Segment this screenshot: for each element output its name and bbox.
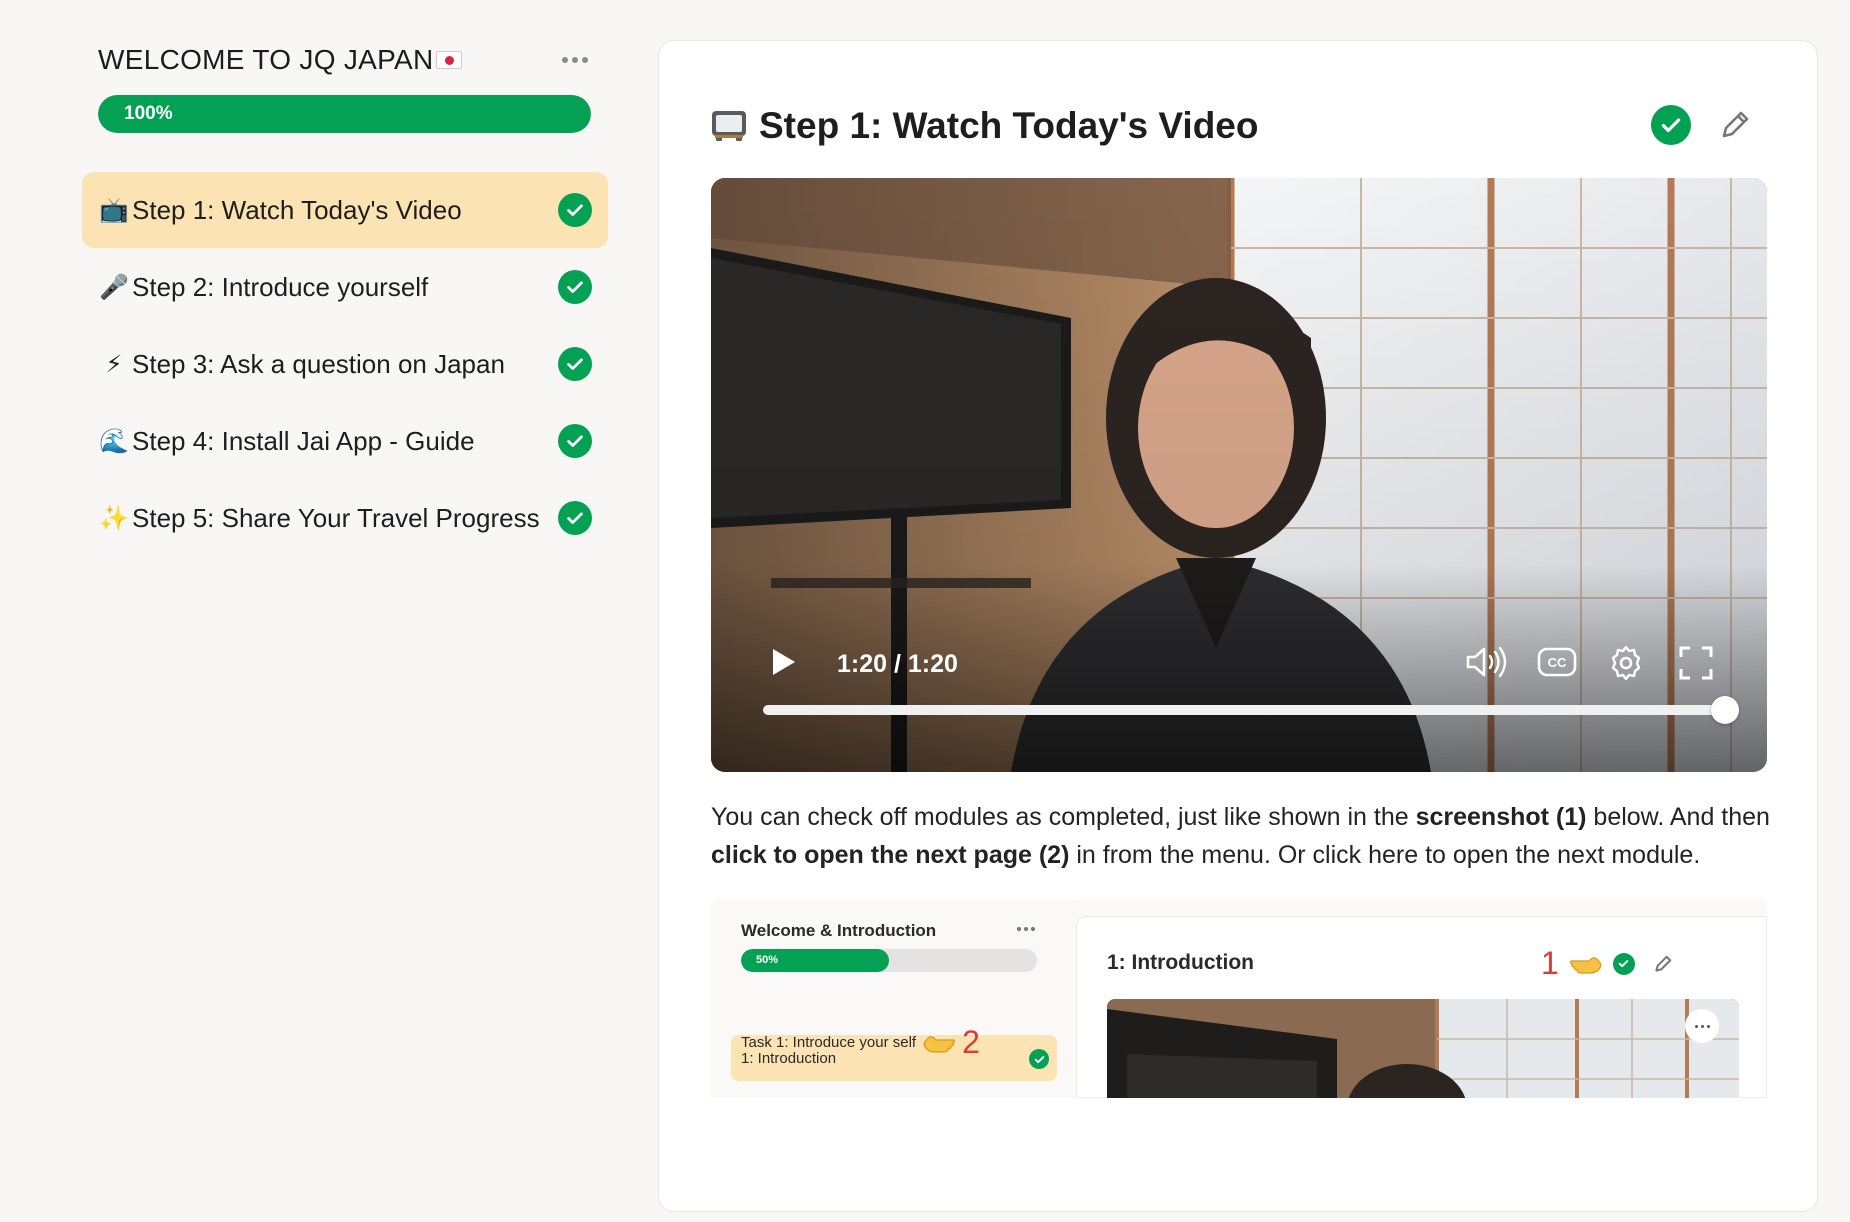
more-options-icon[interactable]	[560, 50, 590, 70]
example-main-actions: 1	[1541, 945, 1675, 982]
pointing-hand-left-icon	[923, 1035, 956, 1053]
lesson-card: Step 1: Watch Today's Video 1:20 / 1:20 …	[658, 40, 1818, 1212]
instructions-text: in from the menu. Or click here to open …	[1069, 841, 1701, 869]
instructions-paragraph: You can check off modules as completed, …	[711, 798, 1781, 874]
nav-item-label: Step 5: Share Your Travel Progress	[132, 502, 540, 533]
example-progress-fill: 50%	[741, 949, 889, 972]
module-nav: 📺 Step 1: Watch Today's Video 🎤 Step 2: …	[82, 172, 608, 557]
page-title-text: Step 1: Watch Today's Video	[759, 105, 1259, 146]
tv-icon: 📺	[99, 196, 129, 224]
settings-gear-icon[interactable]	[1607, 644, 1645, 682]
course-title-text: WELCOME TO JQ JAPAN	[98, 44, 434, 75]
example-screenshot: Welcome & Introduction 50% 1: Introducti…	[711, 899, 1767, 1098]
video-scrubber[interactable]	[763, 705, 1725, 715]
tv-icon	[712, 111, 746, 141]
example-video-thumbnail	[1107, 999, 1739, 1098]
example-video-more-icon	[1685, 1009, 1719, 1043]
example-video-frame	[1107, 999, 1739, 1098]
example-edit-pencil-icon	[1655, 955, 1672, 972]
annotation-number-2: 2	[962, 1024, 980, 1060]
check-icon	[1661, 118, 1681, 133]
completed-check-icon[interactable]	[558, 424, 592, 458]
example-nav-item-2: Task 1: Introduce your self 2	[741, 1024, 980, 1061]
video-time: 1:20 / 1:20	[837, 650, 958, 678]
nav-item-step-3[interactable]: ⚡ Step 3: Ask a question on Japan	[82, 326, 608, 402]
nav-item-step-5[interactable]: ✨ Step 5: Share Your Travel Progress	[82, 480, 608, 556]
example-progress-bar: 50%	[741, 949, 1037, 972]
video-player[interactable]: 1:20 / 1:20 CC	[711, 178, 1767, 772]
nav-item-step-1[interactable]: 📺 Step 1: Watch Today's Video	[82, 172, 608, 248]
example-nav-item-label: Task 1: Introduce your self	[741, 1034, 917, 1051]
instructions-bold-1: screenshot (1)	[1415, 803, 1587, 831]
instructions-bold-2: click to open the next page (2)	[711, 841, 1070, 869]
sparkles-icon: ✨	[99, 504, 129, 532]
japan-flag-icon	[435, 51, 462, 69]
course-progress-label: 100%	[124, 103, 173, 124]
lightning-icon: ⚡	[105, 350, 123, 378]
nav-item-label: Step 4: Install Jai App - Guide	[132, 425, 475, 456]
course-progress-bar: 100%	[98, 95, 591, 133]
fullscreen-button[interactable]	[1679, 646, 1713, 680]
example-sidebar: Welcome & Introduction 50% 1: Introducti…	[711, 899, 1076, 1098]
page-title: Step 1: Watch Today's Video	[711, 105, 1258, 147]
nav-item-step-4[interactable]: 🌊 Step 4: Install Jai App - Guide	[82, 403, 608, 479]
example-more-icon	[1017, 927, 1035, 931]
microphone-icon: 🎤	[99, 273, 129, 301]
wave-icon: 🌊	[99, 427, 129, 455]
video-scrubber-handle[interactable]	[1711, 696, 1739, 724]
nav-item-step-2[interactable]: 🎤 Step 2: Introduce yourself	[82, 249, 608, 325]
example-main-title: 1: Introduction	[1107, 951, 1254, 974]
sidebar: WELCOME TO JQ JAPAN 100% 📺 Step 1: Watch…	[0, 0, 640, 1222]
course-progress-fill: 100%	[98, 95, 591, 133]
annotation-number-1: 1	[1541, 945, 1559, 981]
nav-item-label: Step 1: Watch Today's Video	[132, 194, 462, 225]
completed-check-icon[interactable]	[558, 193, 592, 227]
course-title: WELCOME TO JQ JAPAN	[98, 44, 462, 76]
volume-button[interactable]	[1465, 644, 1507, 680]
instructions-text: You can check off modules as completed, …	[711, 803, 1416, 831]
example-check-icon	[1612, 952, 1635, 975]
nav-item-label: Step 2: Introduce yourself	[132, 271, 429, 302]
example-main-panel: 1: Introduction 1	[1076, 916, 1767, 1098]
nav-item-label: Step 3: Ask a question on Japan	[132, 348, 505, 379]
svg-text:CC: CC	[1548, 655, 1567, 670]
instructions-text: below. And then	[1586, 803, 1770, 831]
mark-complete-button[interactable]	[1651, 105, 1691, 145]
completed-check-icon[interactable]	[558, 347, 592, 381]
edit-pencil-icon[interactable]	[1715, 105, 1755, 145]
play-button[interactable]	[769, 646, 799, 678]
completed-check-icon[interactable]	[558, 270, 592, 304]
example-course-title: Welcome & Introduction	[741, 921, 937, 940]
pointing-hand-right-icon	[1569, 956, 1602, 974]
completed-check-icon[interactable]	[558, 501, 592, 535]
video-frame	[711, 178, 1767, 772]
closed-captions-button[interactable]: CC	[1537, 646, 1577, 678]
